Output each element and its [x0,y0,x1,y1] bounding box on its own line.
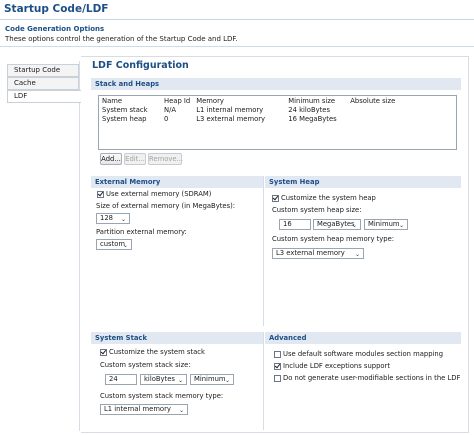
divider [0,46,474,47]
ldf-exceptions-label: Include LDF exceptions support [283,362,391,370]
add-button[interactable]: Add... [100,153,122,165]
table-row[interactable]: System stack N/A L1 internal memory 24 k… [99,105,457,114]
page-title: Startup Code/LDF [4,3,109,15]
tab-label: Startup Code [14,66,61,74]
system-stack-heading: System Stack [91,332,263,344]
table-cell: L1 internal memory [196,105,264,114]
system-heap-memtype-select[interactable]: L3 external memory ⌄ [272,248,364,259]
advanced-heading: Advanced [265,332,461,344]
column-header: Minimum size [288,96,336,105]
table-cell: 16 MegaBytes [288,114,337,123]
tab-startup-code[interactable]: Startup Code [7,64,79,77]
ldf-exceptions-checkbox[interactable] [274,363,281,370]
default-section-mapping-checkbox[interactable] [274,351,281,358]
table-cell: System stack [102,105,148,114]
options-heading: Code Generation Options [5,25,105,33]
selected-value: L1 internal memory [104,405,171,413]
system-stack-mode-select[interactable]: Minimum ⌄ [190,374,234,385]
table-spacer [99,123,457,150]
remove-button[interactable]: Remove... [148,153,183,165]
system-stack-memtype-label: Custom system stack memory type: [100,392,224,400]
chevron-down-icon: ⌄ [398,222,404,229]
table-row[interactable]: System heap 0 L3 external memory 16 Mega… [99,114,457,123]
table-cell [347,105,456,114]
external-memory-size-label: Size of external memory (in MegaBytes): [96,202,236,210]
ldf-title: LDF Configuration [92,60,189,71]
table-header-row: Name Heap Id Memory Minimum size Absolut… [99,96,457,106]
partition-external-memory-select[interactable]: custom ⌄ [96,239,132,250]
selected-value: Minimum [194,375,226,383]
tab-label: LDF [14,92,28,100]
default-section-mapping-label: Use default software modules section map… [283,350,444,358]
table-cell [347,114,456,123]
selected-value: L3 external memory [276,249,345,257]
partition-external-memory-label: Partition external memory: [96,228,187,236]
external-memory-heading: External Memory [91,176,263,188]
chevron-down-icon: ⌄ [351,222,357,229]
edit-button[interactable]: Edit... [124,153,146,165]
column-header: Heap Id [164,96,191,105]
selected-value: custom [100,240,126,248]
chevron-down-icon: ⌄ [354,251,360,258]
table-cell: 0 [164,114,169,123]
selected-value: kiloBytes [144,375,175,383]
selected-value: 128 [100,214,113,222]
customize-system-stack-checkbox[interactable] [100,349,107,356]
use-external-memory-checkbox[interactable] [97,191,104,198]
system-heap-unit-select[interactable]: MegaBytes ⌄ [313,219,361,230]
stack-heaps-table[interactable]: Name Heap Id Memory Minimum size Absolut… [98,95,457,150]
no-user-sections-label: Do not generate user-modifiable sections… [283,374,461,382]
chevron-down-icon: ⌄ [224,377,230,384]
selected-value: MegaBytes [317,220,355,228]
chevron-down-icon: ⌄ [122,242,128,249]
system-heap-size-input[interactable]: 16 [279,219,311,230]
system-stack-unit-select[interactable]: kiloBytes ⌄ [140,374,187,385]
section-divider [263,332,264,430]
column-header: Memory [196,96,224,105]
editor-title-bar: Startup Code/LDF [0,0,474,20]
left-tab-panel: Startup Code Cache Configuration LDF [7,61,81,431]
chevron-down-icon: ⌄ [120,216,126,223]
table-cell: System heap [102,114,147,123]
chevron-down-icon: ⌄ [177,377,183,384]
column-header: Name [102,96,123,105]
table-cell: N/A [164,105,177,114]
external-memory-size-select[interactable]: 128 ⌄ [96,213,130,224]
tab-ldf[interactable]: LDF [7,90,81,103]
tab-cache-configuration[interactable]: Cache Configuration [7,77,79,98]
table-cell: 24 kiloBytes [288,105,331,114]
column-header: Absolute size [350,96,396,105]
no-user-sections-checkbox[interactable] [274,375,281,382]
system-heap-mode-select[interactable]: Minimum ⌄ [364,219,408,230]
customize-system-stack-label: Customize the system stack [109,348,205,356]
customize-system-heap-label: Customize the system heap [281,194,376,202]
selected-value: Minimum [368,220,400,228]
system-heap-heading: System Heap [265,176,461,188]
system-heap-size-label: Custom system heap size: [272,206,362,214]
customize-system-heap-checkbox[interactable] [272,195,279,202]
options-description: These options control the generation of … [5,35,238,43]
system-stack-memtype-select[interactable]: L1 internal memory ⌄ [100,404,188,415]
system-stack-size-label: Custom system stack size: [100,361,191,369]
chevron-down-icon: ⌄ [178,407,184,414]
stack-heaps-heading: Stack and Heaps [91,78,461,90]
system-heap-memtype-label: Custom system heap memory type: [272,235,395,243]
section-divider [263,176,264,326]
use-external-memory-label: Use external memory (SDRAM) [106,190,212,198]
system-stack-size-input[interactable]: 24 [105,374,137,385]
table-cell: L3 external memory [196,114,266,123]
